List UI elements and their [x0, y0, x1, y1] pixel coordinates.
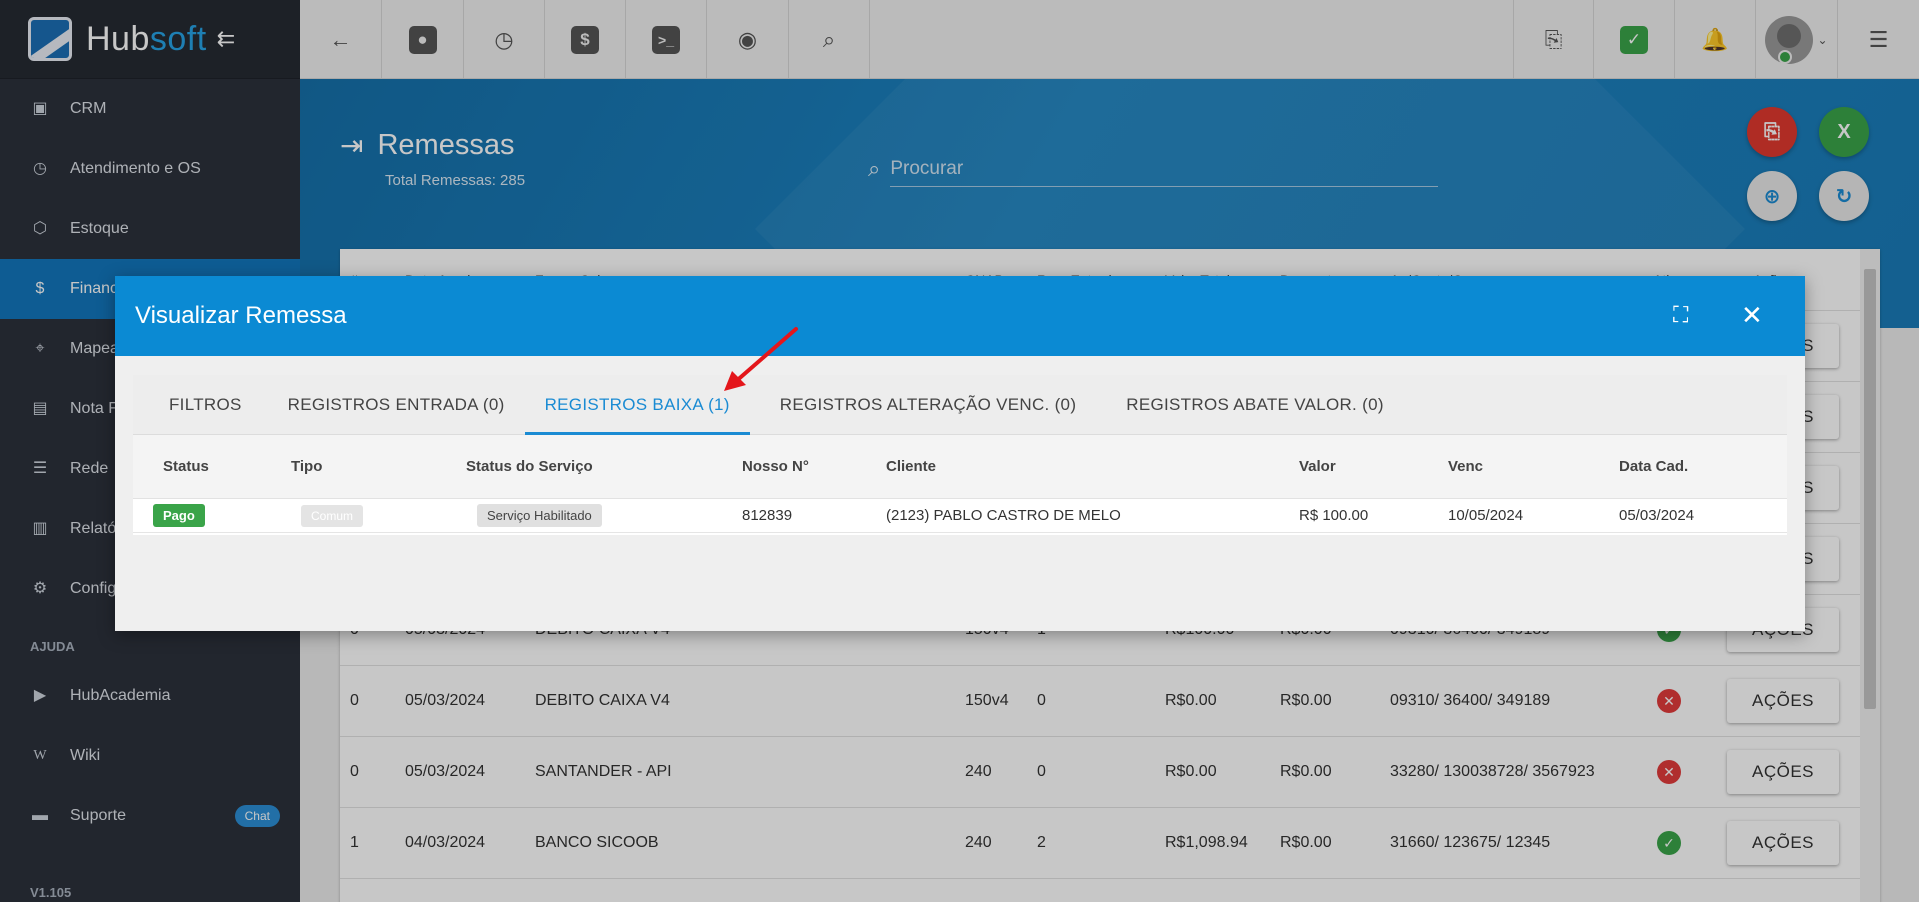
- tab-registros-baixa[interactable]: REGISTROS BAIXA (1): [524, 375, 750, 435]
- row-valor: R$ 100.00: [1299, 507, 1369, 524]
- table-row: Pago Comum Serviço Habilitado 812839 (21…: [133, 499, 1787, 533]
- col-header: Data Cad.: [1619, 458, 1689, 475]
- col-header: Status do Serviço: [466, 458, 593, 475]
- col-header: Venc: [1448, 458, 1484, 475]
- row-venc: 10/05/2024: [1448, 507, 1524, 524]
- tab-filtros[interactable]: FILTROS: [133, 375, 268, 434]
- status-badge: Pago: [153, 504, 205, 527]
- col-header: Nosso N°: [742, 458, 809, 475]
- fullscreen-icon[interactable]: ⛶: [1673, 300, 1688, 330]
- col-header: Status: [163, 458, 209, 475]
- close-icon[interactable]: ✕: [1741, 300, 1763, 330]
- tab-registros-entrada[interactable]: REGISTROS ENTRADA (0): [268, 375, 525, 434]
- modal-body: FILTROS REGISTROS ENTRADA (0) REGISTROS …: [133, 375, 1787, 535]
- tab-registros-abate-valor[interactable]: REGISTROS ABATE VALOR. (0): [1106, 375, 1404, 434]
- modal-title: Visualizar Remessa: [135, 302, 347, 329]
- modal-header: Visualizar Remessa ⛶ ✕: [115, 276, 1805, 356]
- row-cliente: (2123) PABLO CASTRO DE MELO: [886, 507, 1121, 524]
- row-data-cad: 05/03/2024: [1619, 507, 1695, 524]
- col-header: Tipo: [291, 458, 323, 475]
- annotation-arrow-icon: [724, 327, 798, 391]
- row-nosso-numero: 812839: [742, 507, 793, 524]
- col-header: Valor: [1299, 458, 1336, 475]
- visualizar-remessa-modal: Visualizar Remessa ⛶ ✕ FILTROS REGISTROS…: [115, 276, 1805, 631]
- modal-table-header: Status Tipo Status do Serviço Nosso N° C…: [133, 435, 1787, 499]
- col-header: Cliente: [886, 458, 937, 475]
- service-status-badge: Serviço Habilitado: [477, 504, 602, 527]
- tipo-badge: Comum: [301, 504, 364, 527]
- modal-tabs: FILTROS REGISTROS ENTRADA (0) REGISTROS …: [133, 375, 1787, 435]
